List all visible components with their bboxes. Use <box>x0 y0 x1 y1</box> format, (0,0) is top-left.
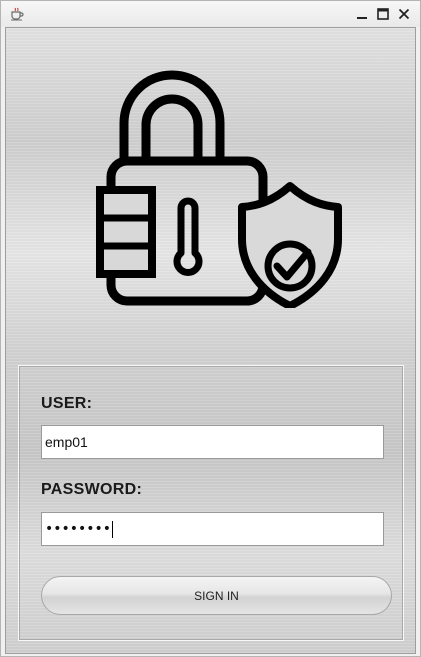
java-coffee-cup-icon <box>9 7 25 21</box>
text-caret <box>112 520 114 538</box>
password-label: PASSWORD: <box>41 481 143 498</box>
minimize-icon[interactable] <box>352 4 372 24</box>
padlock-with-shield-checkmark-icon <box>96 70 342 308</box>
maximize-icon[interactable] <box>373 4 393 24</box>
user-label: USER: <box>41 395 93 412</box>
user-input[interactable]: emp01 <box>41 425 384 459</box>
title-bar[interactable] <box>1 1 420 27</box>
close-icon[interactable] <box>394 4 414 24</box>
login-window: USER: emp01 PASSWORD: •••••••• SIGN IN <box>0 0 421 657</box>
login-panel: USER: emp01 PASSWORD: •••••••• SIGN IN <box>18 365 404 641</box>
password-input-value: •••••••• <box>45 521 112 537</box>
user-input-value: emp01 <box>45 434 88 450</box>
sign-in-button[interactable]: SIGN IN <box>41 576 392 615</box>
content-area: USER: emp01 PASSWORD: •••••••• SIGN IN <box>5 27 416 654</box>
password-input[interactable]: •••••••• <box>41 512 384 546</box>
